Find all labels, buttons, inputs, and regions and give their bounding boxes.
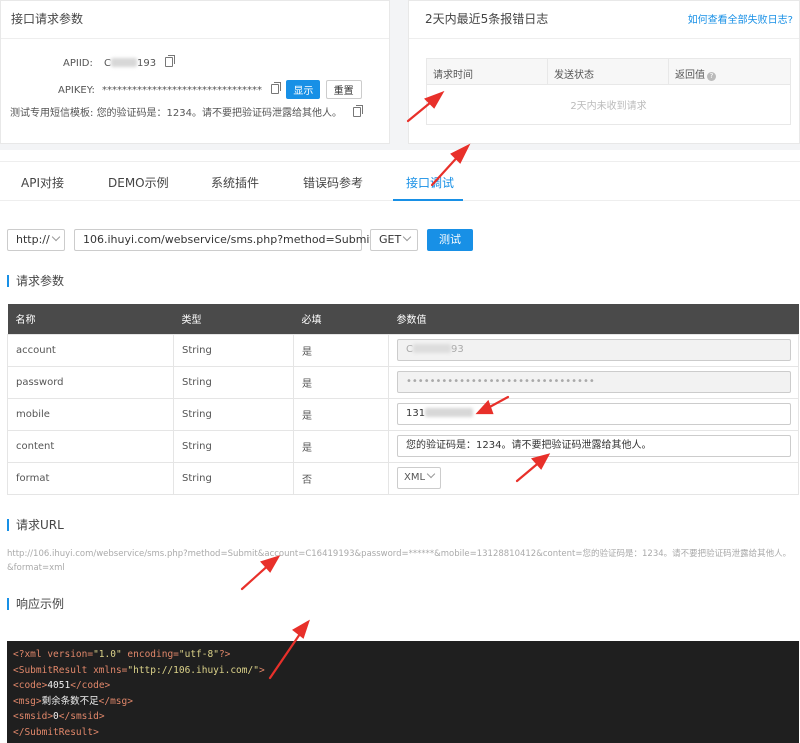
chevron-down-icon <box>51 232 60 242</box>
table-row: password String 是 ••••••••••••••••••••••… <box>7 365 799 399</box>
param-value-cell: •••••••••••••••••••••••••••••••• <box>388 365 799 399</box>
content-input[interactable]: 您的验证码是：1234。请不要把验证码泄露给其他人。 <box>397 435 791 457</box>
param-name: mobile <box>7 397 174 431</box>
code-line: <SubmitResult xmlns="http://106.ihuyi.co… <box>13 664 265 676</box>
error-log-table: 请求时间 发送状态 返回值? 2天内未收到请求 <box>426 58 791 125</box>
protocol-value: http:// <box>16 233 50 246</box>
response-section-title: 响应示例 <box>7 598 64 610</box>
table-header: 请求时间 发送状态 返回值? <box>427 59 790 85</box>
param-type: String <box>173 333 294 367</box>
account-input[interactable]: C 93 <box>397 339 791 361</box>
apiid-row: APIID: C 193 <box>63 55 176 69</box>
help-icon[interactable]: ? <box>707 72 716 81</box>
template-label: 测试专用短信模板: <box>10 108 94 119</box>
arrow-head <box>292 619 310 639</box>
table-row: content String 是 您的验证码是：1234。请不要把验证码泄露给其… <box>7 429 799 463</box>
param-name: content <box>7 429 174 463</box>
url-input[interactable]: 106.ihuyi.com/webservice/sms.php?method=… <box>74 229 374 251</box>
divider <box>1 38 389 39</box>
test-button[interactable]: 测试 <box>427 229 473 251</box>
param-required: 否 <box>293 461 389 495</box>
param-name: account <box>7 333 174 367</box>
reset-button[interactable]: 重置 <box>325 80 362 99</box>
code-line: <msg>剩余条数不足</msg> <box>13 695 133 707</box>
apikey-row: APIKEY: ********************************… <box>58 80 362 99</box>
apikey-label: APIKEY: <box>58 84 95 96</box>
response-code-block: <?xml version="1.0" encoding="utf-8"?> <… <box>7 641 799 743</box>
param-name: format <box>7 461 174 495</box>
table-row: format String 否 XML <box>7 461 799 495</box>
password-input[interactable]: •••••••••••••••••••••••••••••••• <box>397 371 791 393</box>
code-line: <?xml version="1.0" encoding="utf-8"?> <box>13 649 231 660</box>
protocol-select[interactable]: http:// <box>7 229 65 251</box>
request-params-panel: 接口请求参数 APIID: C 193 APIKEY: *************… <box>0 0 390 144</box>
param-value-cell: XML <box>388 461 799 495</box>
param-type: String <box>173 461 294 495</box>
request-url-text: http://106.ihuyi.com/webservice/sms.php?… <box>7 549 792 573</box>
empty-state: 2天内未收到请求 <box>570 101 647 112</box>
param-value-cell: 131 <box>388 397 799 431</box>
show-button[interactable]: 显示 <box>286 80 321 99</box>
param-type: String <box>173 365 294 399</box>
chevron-down-icon <box>402 232 412 242</box>
active-tab-indicator <box>393 199 463 201</box>
copy-icon[interactable] <box>271 81 282 94</box>
col-type: 类型 <box>173 304 294 334</box>
param-value-cell: 您的验证码是：1234。请不要把验证码泄露给其他人。 <box>388 429 799 463</box>
col-return-value: 返回值? <box>669 59 790 84</box>
template-value: 您的验证码是：1234。请不要把验证码泄露给其他人。 <box>96 108 343 119</box>
table-row: account String 是 C 93 <box>7 333 799 367</box>
divider <box>409 38 799 39</box>
col-required: 必填 <box>293 304 389 334</box>
tab-plugins[interactable]: 系统插件 <box>211 174 259 191</box>
panel-title: 接口请求参数 <box>11 12 84 26</box>
tab-api[interactable]: API对接 <box>21 174 64 191</box>
col-name: 名称 <box>7 304 174 334</box>
tab-bar: API对接 DEMO示例 系统插件 错误码参考 接口调试 <box>0 161 800 201</box>
apikey-value: ******************************** <box>102 84 263 96</box>
url-section-title: 请求URL <box>7 519 64 531</box>
param-required: 是 <box>293 365 389 399</box>
param-value-cell: C 93 <box>388 333 799 367</box>
top-area: 接口请求参数 APIID: C 193 APIKEY: *************… <box>0 0 800 150</box>
chevron-down-icon <box>426 469 436 479</box>
param-required: 是 <box>293 429 389 463</box>
col-request-time: 请求时间 <box>427 59 548 84</box>
params-section-title: 请求参数 <box>7 275 64 287</box>
param-type: String <box>173 429 294 463</box>
template-row: 测试专用短信模板: 您的验证码是：1234。请不要把验证码泄露给其他人。 <box>10 104 364 119</box>
code-line: <code>4051</code> <box>13 680 111 691</box>
code-line: </SubmitResult> <box>13 726 99 738</box>
tab-demo[interactable]: DEMO示例 <box>108 174 169 191</box>
method-value: GET <box>379 233 402 246</box>
tab-debug[interactable]: 接口调试 <box>406 174 454 191</box>
copy-icon[interactable] <box>165 55 176 67</box>
params-table: 名称 类型 必填 参数值 account String 是 C 93 passwo… <box>7 304 799 495</box>
mobile-input[interactable]: 131 <box>397 403 791 425</box>
format-select[interactable]: XML <box>397 467 442 489</box>
col-send-status: 发送状态 <box>548 59 669 84</box>
code-line: <smsid>0</smsid> <box>13 711 105 722</box>
param-name: password <box>7 365 174 399</box>
error-log-panel: 2天内最近5条报错日志 如何查看全部失败日志? 请求时间 发送状态 返回值? 2… <box>408 0 800 144</box>
param-type: String <box>173 397 294 431</box>
col-value: 参数值 <box>388 304 799 334</box>
apiid-value: C 193 <box>104 58 157 69</box>
method-select[interactable]: GET <box>370 229 418 251</box>
view-all-logs-link[interactable]: 如何查看全部失败日志? <box>688 11 793 26</box>
tab-error-codes[interactable]: 错误码参考 <box>303 174 363 191</box>
table-row: mobile String 是 131 <box>7 397 799 431</box>
param-required: 是 <box>293 397 389 431</box>
panel-title: 2天内最近5条报错日志 <box>425 12 549 26</box>
copy-icon[interactable] <box>353 105 364 117</box>
apiid-label: APIID: <box>63 58 93 69</box>
param-required: 是 <box>293 333 389 367</box>
table-header: 名称 类型 必填 参数值 <box>7 304 799 334</box>
